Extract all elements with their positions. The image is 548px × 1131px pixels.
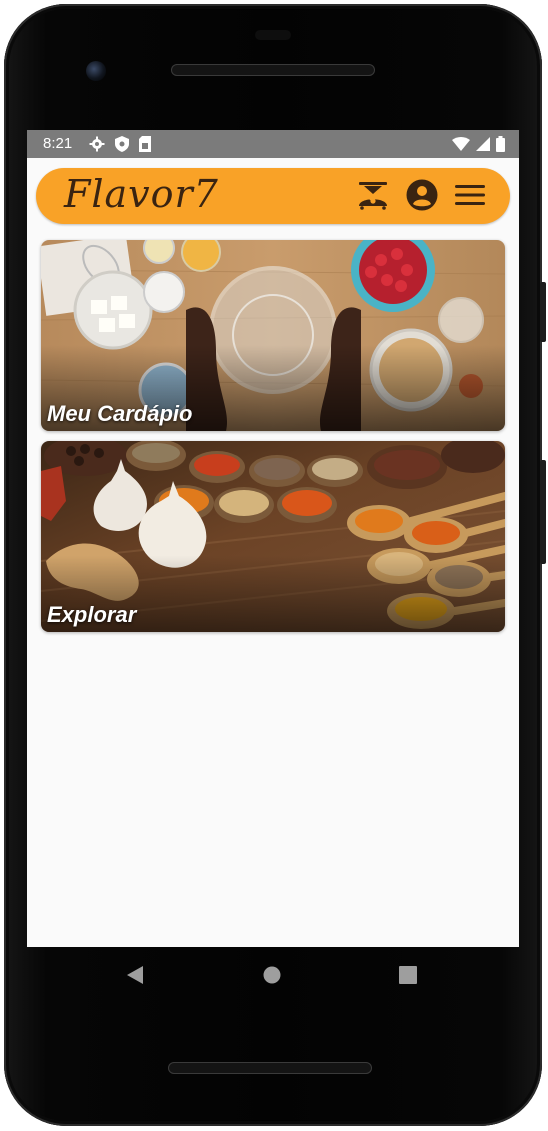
- menu-button[interactable]: [453, 180, 487, 214]
- app-logo[interactable]: Flavor7: [64, 172, 219, 216]
- top-speaker: [171, 64, 375, 76]
- shield-icon: [115, 136, 129, 157]
- gear-icon: [89, 136, 105, 157]
- explore-card[interactable]: Explorar: [41, 441, 505, 632]
- recipe-scale-icon: [356, 180, 390, 215]
- home-button[interactable]: [260, 965, 284, 989]
- sim-card-icon: [139, 136, 151, 157]
- card-label: Explorar: [47, 602, 137, 627]
- menu-icon: [455, 184, 485, 211]
- power-button: [540, 282, 546, 342]
- earpiece: [255, 30, 291, 40]
- volume-button: [540, 460, 546, 564]
- recipe-scale-button[interactable]: [356, 180, 390, 214]
- battery-icon: [496, 136, 505, 157]
- signal-icon: [476, 137, 490, 156]
- account-circle-icon: [406, 179, 438, 216]
- card-label: Meu Cardápio: [47, 401, 193, 426]
- recents-button[interactable]: [396, 965, 420, 989]
- front-camera: [86, 61, 106, 81]
- wifi-icon: [452, 137, 470, 156]
- recents-icon: [399, 965, 417, 989]
- status-bar: 8:21: [27, 130, 519, 158]
- account-button[interactable]: [405, 179, 439, 216]
- back-button[interactable]: [123, 965, 147, 989]
- bottom-speaker: [168, 1062, 372, 1074]
- my-menu-card[interactable]: Meu Cardápio: [41, 240, 505, 431]
- back-icon: [126, 965, 144, 990]
- navigation-bar: [27, 947, 519, 1007]
- home-icon: [263, 966, 281, 989]
- screen: 8:21 Flavor7 Meu Cardápio Explorar: [27, 130, 519, 947]
- app-bar: Flavor7: [36, 168, 510, 224]
- status-time: 8:21: [43, 135, 73, 152]
